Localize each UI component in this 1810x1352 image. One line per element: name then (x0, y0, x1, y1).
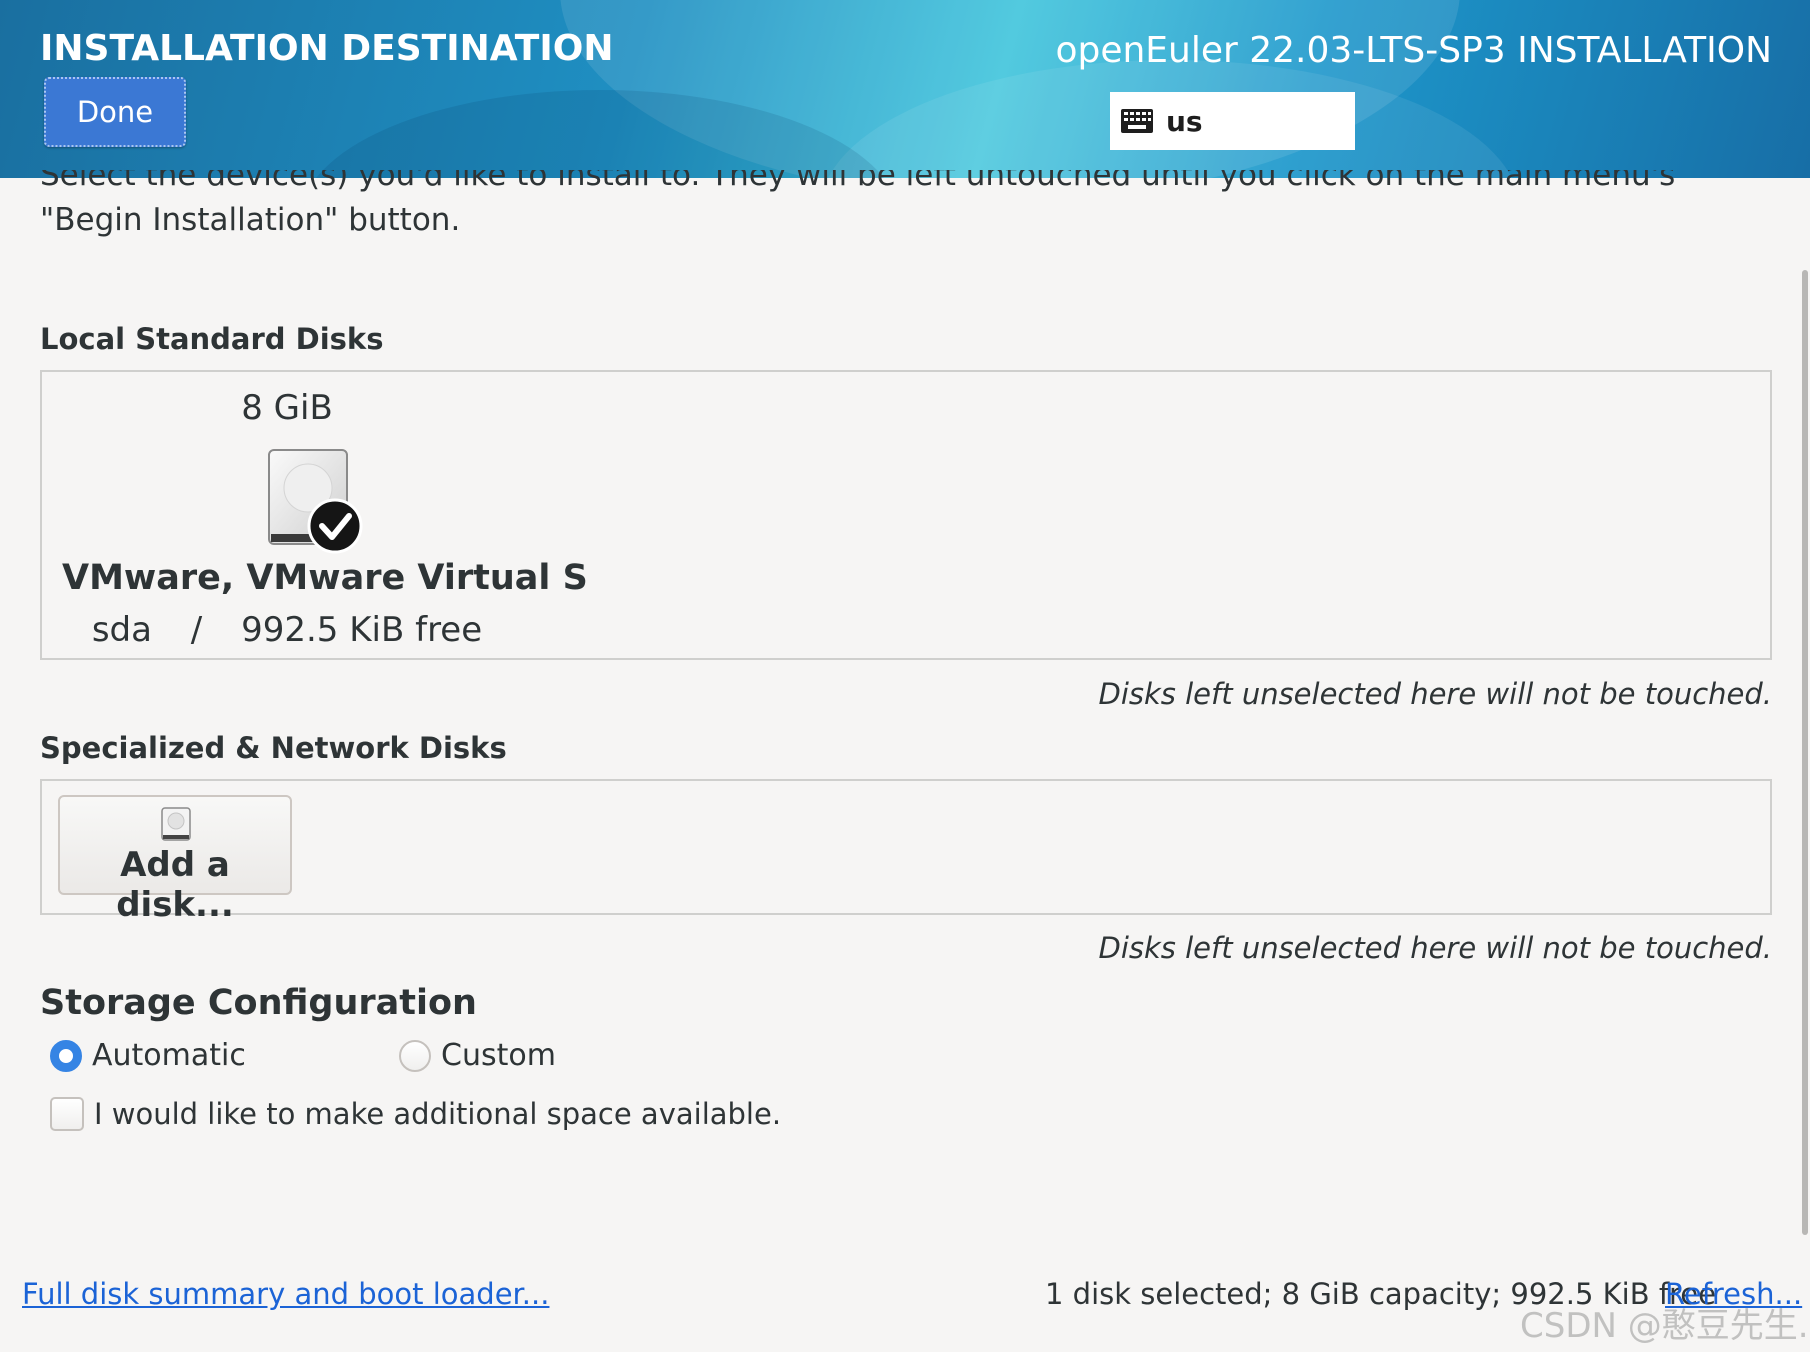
intro-line-1: Select the device(s) you'd like to insta… (40, 170, 1676, 193)
vertical-scrollbar[interactable] (1802, 270, 1808, 1235)
disk-selection-summary: 1 disk selected; 8 GiB capacity; 992.5 K… (1045, 1277, 1716, 1311)
local-disks-panel: 8 GiB VMware, VMware Virtual S sda / 992… (40, 370, 1772, 660)
installation-destination-window: INSTALLATION DESTINATION Done openEuler … (0, 0, 1810, 1352)
local-disks-heading: Local Standard Disks (40, 322, 384, 356)
disk-tile-sda[interactable]: 8 GiB VMware, VMware Virtual S sda / 992… (62, 380, 588, 650)
page-title: INSTALLATION DESTINATION (40, 28, 614, 69)
product-title: openEuler 22.03-LTS-SP3 INSTALLATION (1055, 30, 1772, 71)
local-disks-note: Disks left unselected here will not be t… (1098, 677, 1773, 711)
add-disk-label: Add a disk... (116, 845, 234, 925)
custom-radio-option[interactable]: Custom (399, 1038, 556, 1073)
disk-name: VMware, VMware Virtual S (62, 558, 588, 598)
additional-space-label: I would like to make additional space av… (94, 1097, 782, 1131)
automatic-radio-button[interactable] (50, 1039, 82, 1072)
disk-device: sda (91, 610, 152, 650)
hard-disk-icon (161, 807, 191, 841)
additional-space-option[interactable]: I would like to make additional space av… (50, 1097, 781, 1131)
storage-configuration-heading: Storage Configuration (40, 983, 477, 1023)
network-disks-panel: Add a disk... (40, 779, 1772, 925)
hard-disk-icon (268, 449, 363, 554)
intro-text: Select the device(s) you'd like to insta… (40, 170, 1760, 243)
header-bar: INSTALLATION DESTINATION Done openEuler … (0, 0, 1810, 178)
disk-meta-separator: / (190, 610, 203, 650)
network-disks-note: Disks left unselected here will not be t… (1098, 931, 1773, 965)
full-disk-summary-link[interactable]: Full disk summary and boot loader... (22, 1277, 549, 1311)
network-disks-heading: Specialized & Network Disks (40, 731, 507, 765)
intro-line-2: "Begin Installation" button. (40, 202, 461, 238)
keyboard-layout-indicator[interactable]: us (1110, 92, 1355, 150)
keyboard-layout-label: us (1166, 104, 1203, 138)
custom-radio-label: Custom (441, 1038, 556, 1073)
keyboard-icon (1121, 109, 1153, 133)
disk-size: 8 GiB (241, 388, 333, 428)
refresh-link[interactable]: Refresh... (1665, 1277, 1802, 1311)
additional-space-checkbox[interactable] (50, 1097, 84, 1131)
custom-radio-button[interactable] (399, 1039, 431, 1072)
automatic-radio-label: Automatic (92, 1038, 246, 1073)
add-disk-button[interactable]: Add a disk... (58, 795, 292, 925)
done-button[interactable]: Done (44, 77, 186, 147)
disk-meta: sda / 992.5 KiB free (62, 610, 512, 650)
disk-free-space: 992.5 KiB free (241, 610, 483, 650)
automatic-radio-option[interactable]: Automatic (50, 1038, 246, 1073)
